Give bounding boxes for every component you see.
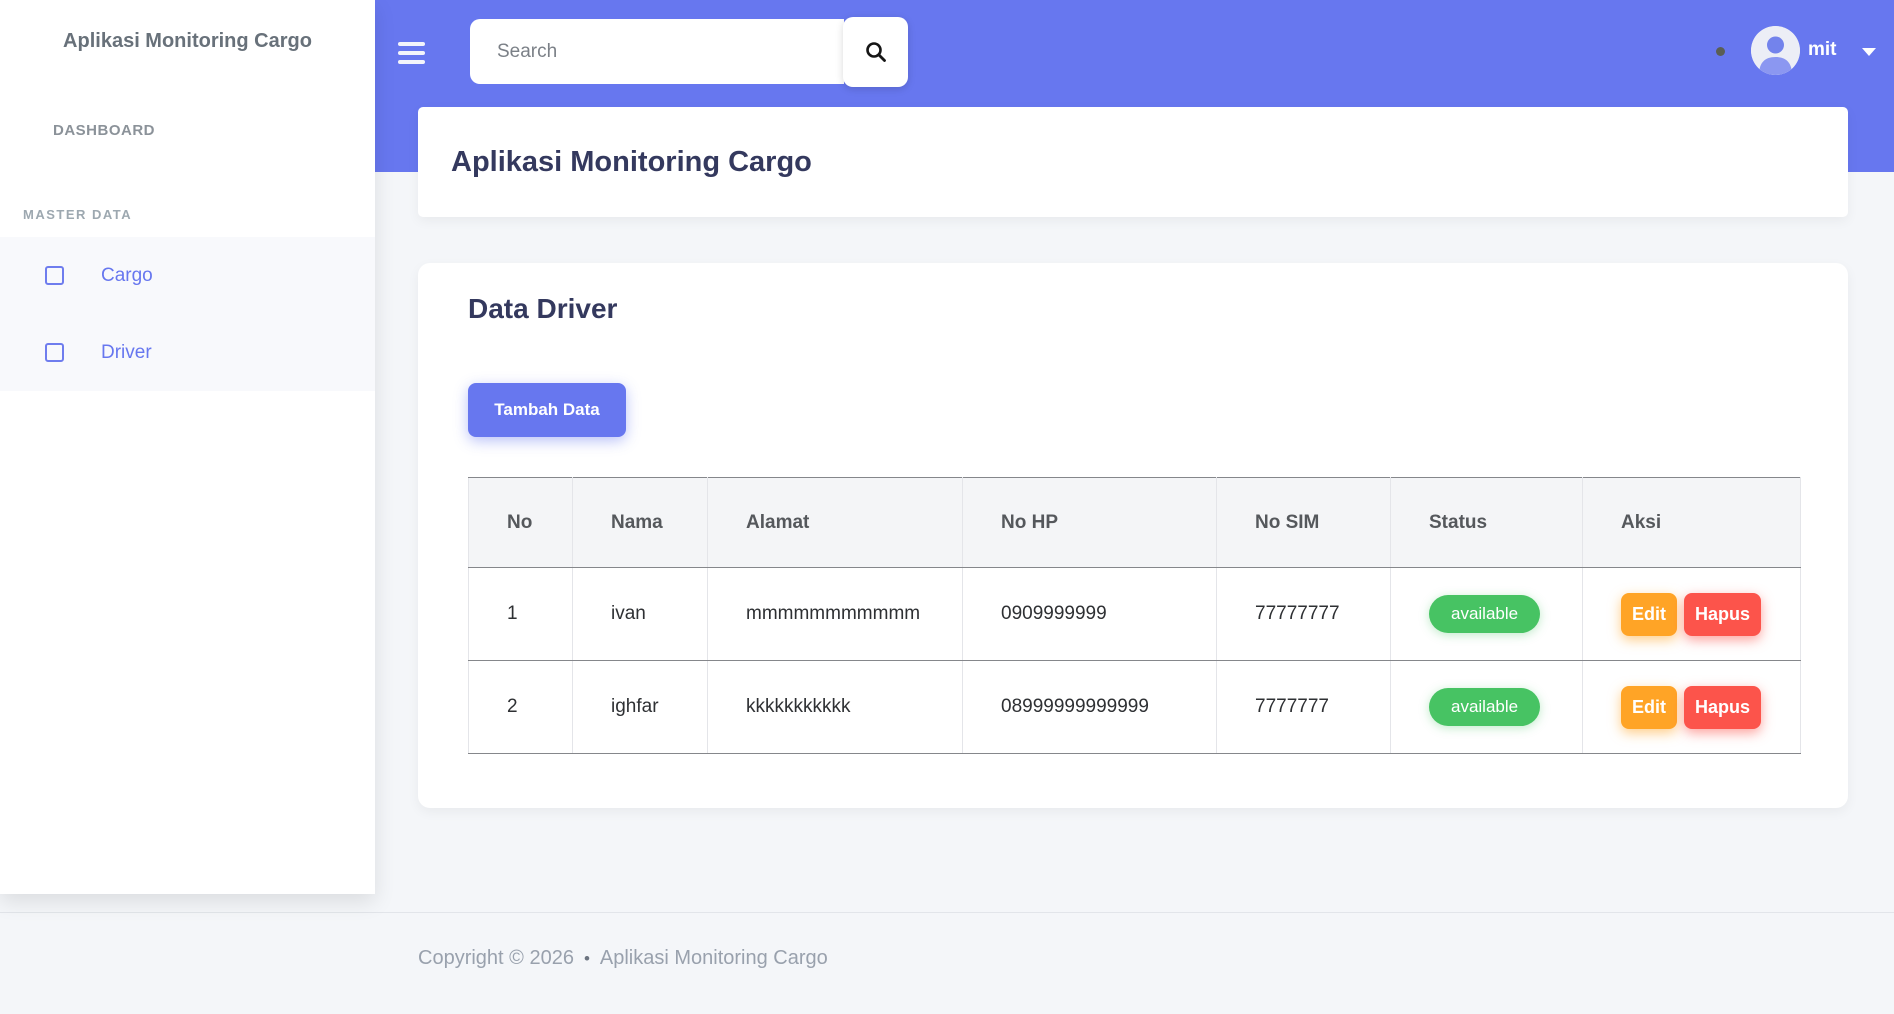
- chevron-down-icon[interactable]: [1862, 48, 1876, 56]
- cell-no: 1: [469, 568, 573, 661]
- card-title: Data Driver: [468, 293, 617, 325]
- delete-button[interactable]: Hapus: [1684, 686, 1761, 729]
- table-row: 2 ighfar kkkkkkkkkkk 08999999999999 7777…: [469, 661, 1801, 754]
- column-header-no-hp: No HP: [963, 478, 1217, 568]
- sidebar-item-dashboard[interactable]: DASHBOARD: [53, 122, 155, 139]
- search-icon: [864, 40, 888, 64]
- edit-button[interactable]: Edit: [1621, 593, 1677, 636]
- sidebar-submenu: Cargo Driver: [0, 237, 375, 391]
- sidebar-brand[interactable]: Aplikasi Monitoring Cargo: [0, 30, 375, 53]
- search-input[interactable]: [470, 19, 844, 84]
- sidebar: Aplikasi Monitoring Cargo DASHBOARD MAST…: [0, 0, 375, 894]
- column-header-aksi: Aksi: [1583, 478, 1801, 568]
- user-avatar-icon: [1751, 26, 1800, 75]
- data-driver-card: Data Driver Tambah Data No Nama Alamat N…: [418, 263, 1848, 808]
- delete-button[interactable]: Hapus: [1684, 593, 1761, 636]
- table-row: 1 ivan mmmmmmmmmmm 0909999999 77777777 a…: [469, 568, 1801, 661]
- page-footer: Copyright © 2026 • Aplikasi Monitoring Car…: [0, 912, 1894, 1014]
- user-menu-label[interactable]: mit: [1808, 39, 1837, 61]
- column-header-no-sim: No SIM: [1217, 478, 1391, 568]
- status-badge: available: [1429, 595, 1540, 633]
- search-button[interactable]: [843, 17, 908, 87]
- column-header-nama: Nama: [573, 478, 708, 568]
- cell-aksi: Edit Hapus: [1583, 661, 1801, 754]
- footer-separator: •: [584, 949, 590, 968]
- cell-aksi: Edit Hapus: [1583, 568, 1801, 661]
- cell-nama: ighfar: [573, 661, 708, 754]
- sidebar-item-driver[interactable]: Driver: [0, 314, 375, 391]
- table-header-row: No Nama Alamat No HP No SIM Status Aksi: [469, 478, 1801, 568]
- cell-no: 2: [469, 661, 573, 754]
- cell-no-sim: 7777777: [1217, 661, 1391, 754]
- hamburger-menu-icon[interactable]: [398, 42, 425, 64]
- square-outline-icon: [45, 343, 64, 362]
- column-header-alamat: Alamat: [708, 478, 963, 568]
- sidebar-item-label: Cargo: [101, 265, 153, 287]
- footer-text: Copyright © 2026 • Aplikasi Monitoring Car…: [418, 947, 828, 970]
- cell-no-hp: 0909999999: [963, 568, 1217, 661]
- column-header-no: No: [469, 478, 573, 568]
- sidebar-item-cargo[interactable]: Cargo: [0, 237, 375, 314]
- cell-no-hp: 08999999999999: [963, 661, 1217, 754]
- cell-alamat: kkkkkkkkkkk: [708, 661, 963, 754]
- cell-nama: ivan: [573, 568, 708, 661]
- page-header-card: Aplikasi Monitoring Cargo: [418, 107, 1848, 217]
- page-title: Aplikasi Monitoring Cargo: [451, 146, 812, 179]
- sidebar-item-label: Driver: [101, 342, 152, 364]
- column-header-status: Status: [1391, 478, 1583, 568]
- footer-copyright: Copyright © 2026: [418, 947, 574, 969]
- app-canvas: mit Aplikasi Monitoring Cargo DASHBOARD …: [0, 0, 1894, 1014]
- cell-no-sim: 77777777: [1217, 568, 1391, 661]
- cell-status: available: [1391, 661, 1583, 754]
- sidebar-section-master-data: MASTER DATA: [23, 207, 132, 222]
- footer-brand: Aplikasi Monitoring Cargo: [600, 947, 828, 969]
- square-outline-icon: [45, 266, 64, 285]
- cell-alamat: mmmmmmmmmmm: [708, 568, 963, 661]
- driver-table: No Nama Alamat No HP No SIM Status Aksi …: [468, 477, 1801, 754]
- avatar[interactable]: [1751, 26, 1800, 75]
- edit-button[interactable]: Edit: [1621, 686, 1677, 729]
- notification-dot-icon: [1716, 47, 1725, 56]
- add-data-button[interactable]: Tambah Data: [468, 383, 626, 437]
- status-badge: available: [1429, 688, 1540, 726]
- cell-status: available: [1391, 568, 1583, 661]
